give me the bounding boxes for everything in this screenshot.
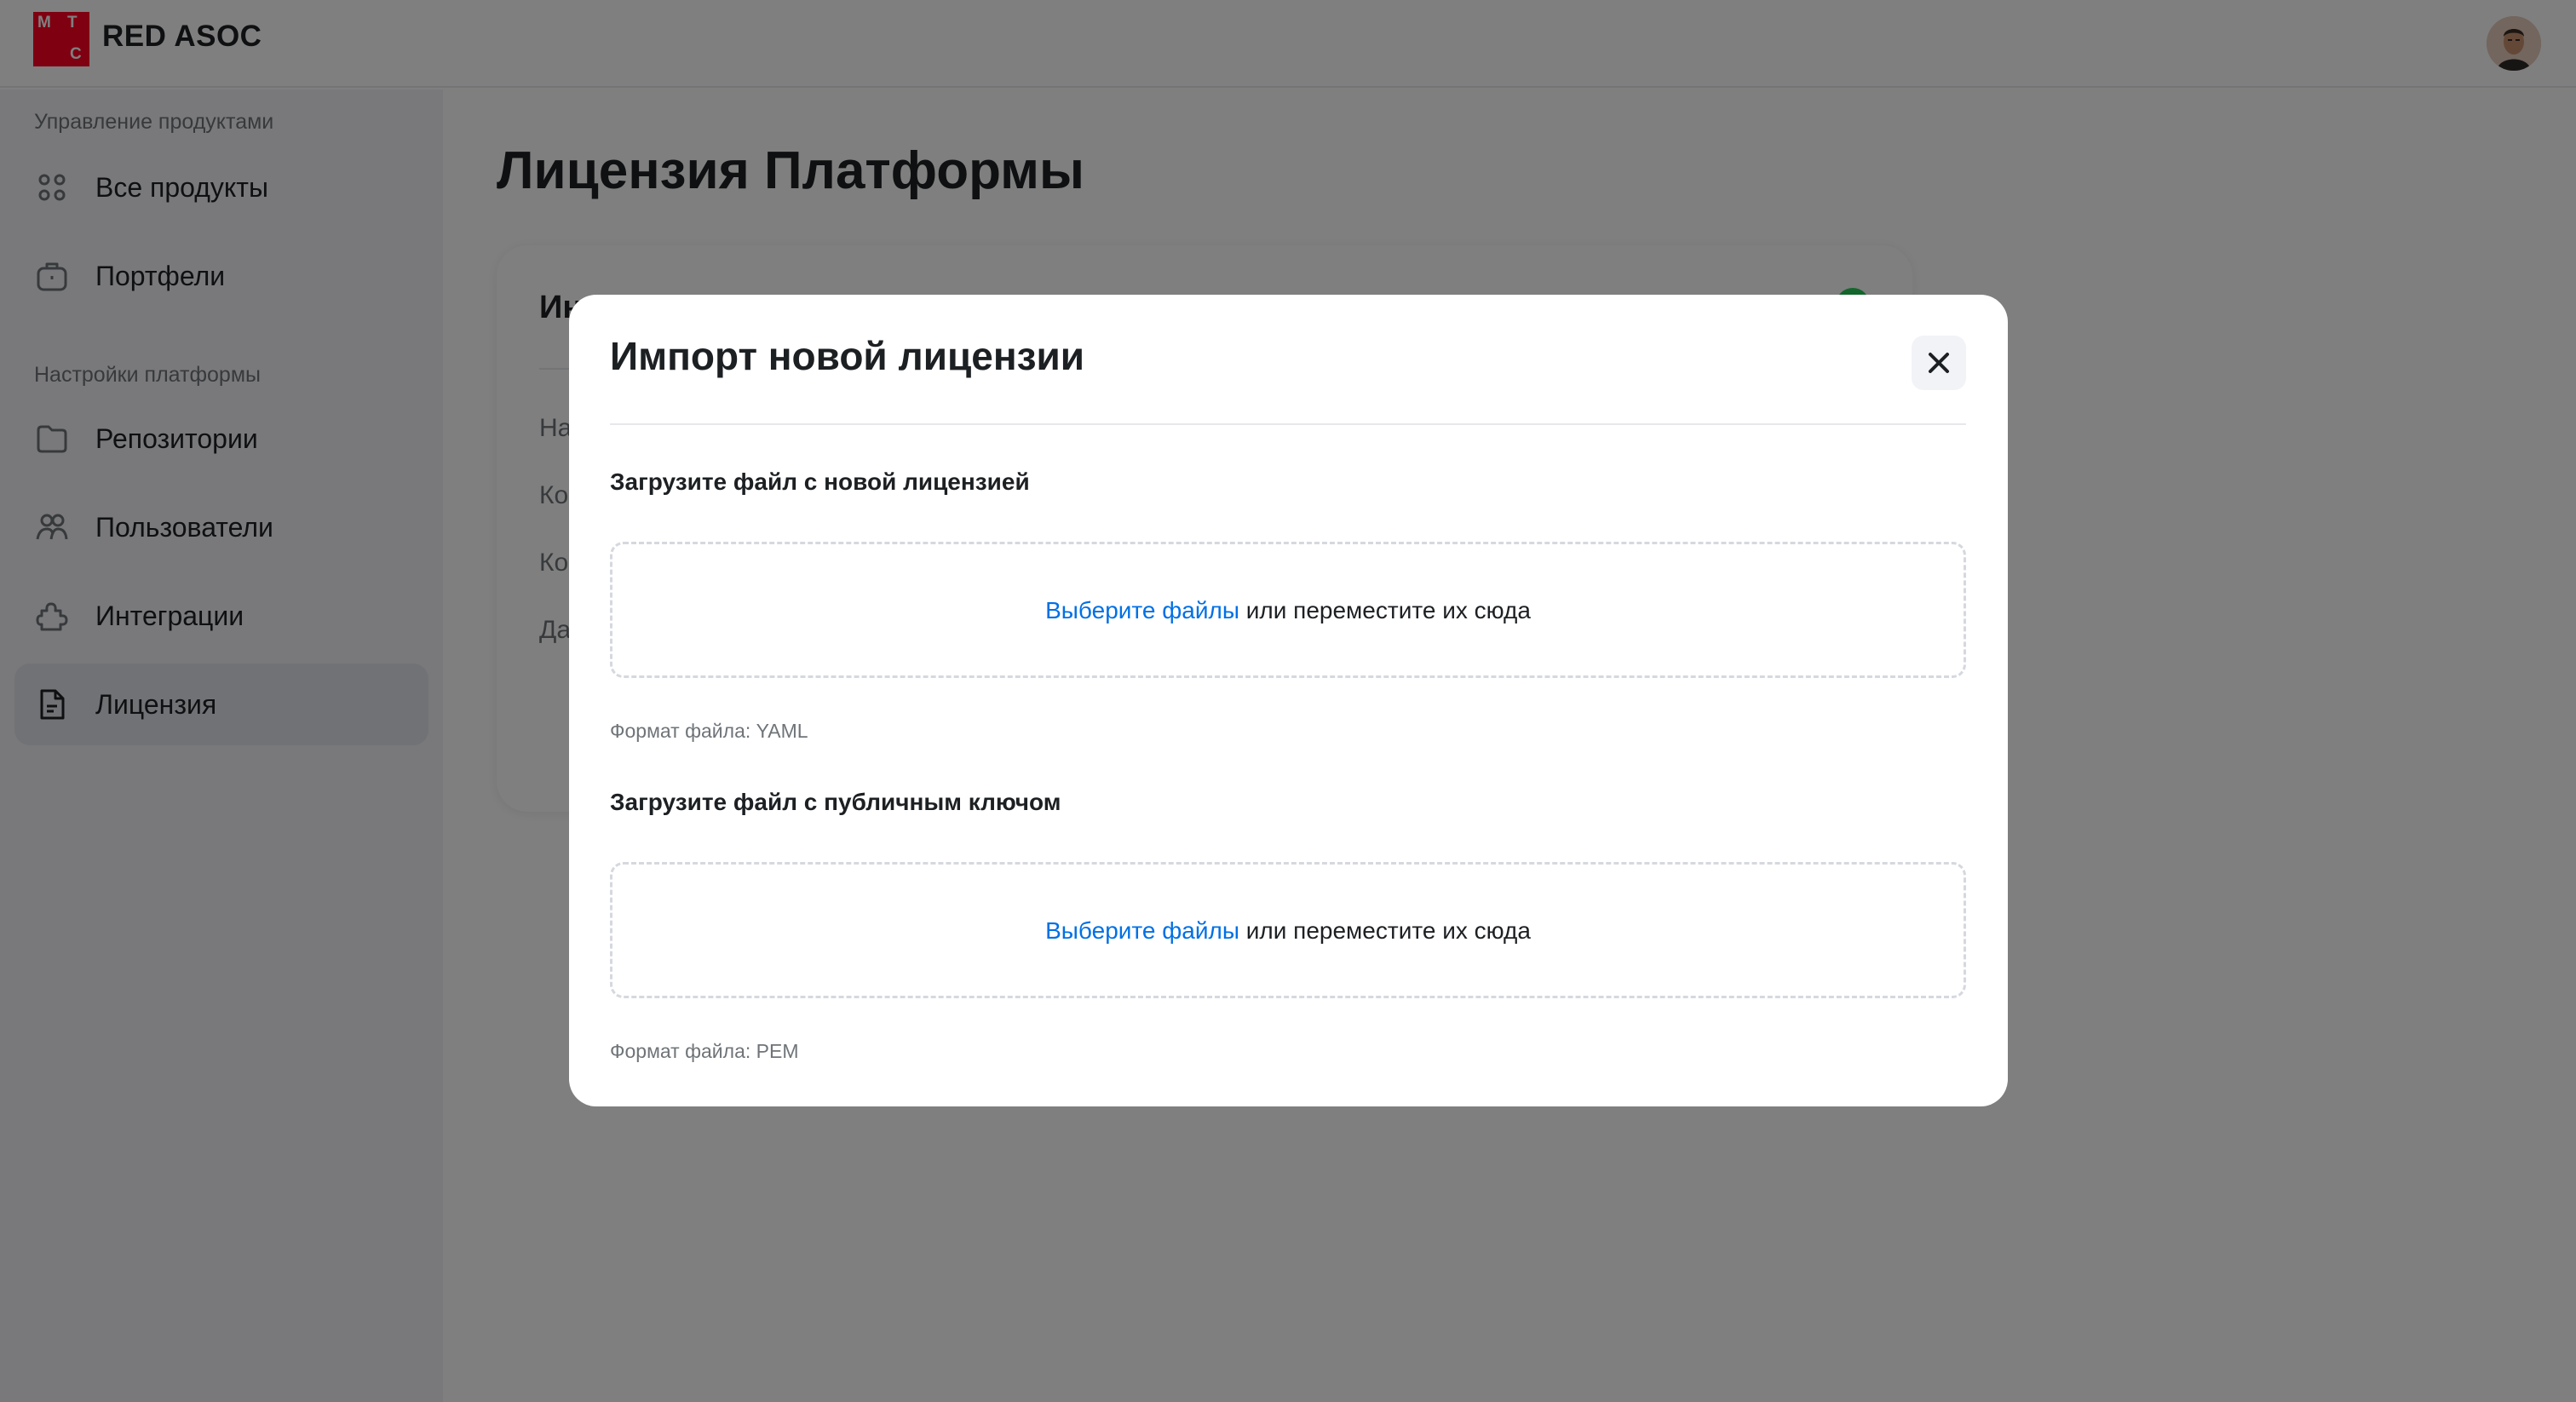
dialog-divider [610,423,1966,425]
dropzone-instruction: или переместите их сюда [1239,597,1531,623]
key-format-hint: Формат файла: PEM [610,1040,799,1062]
license-format-hint: Формат файла: YAML [610,720,808,742]
close-button[interactable] [1912,336,1966,390]
close-icon [1929,353,1949,373]
choose-files-link[interactable]: Выберите файлы [1045,917,1239,944]
license-upload-label: Загрузите файл с новой лицензией [610,468,1030,495]
dropzone-text: Выберите файлы или переместите их сюда [612,596,1964,625]
key-dropzone[interactable]: Выберите файлы или переместите их сюда [610,862,1966,998]
import-license-dialog: Импорт новой лицензии Загрузите файл с н… [569,295,2008,1106]
license-dropzone[interactable]: Выберите файлы или переместите их сюда [610,542,1966,678]
choose-files-link[interactable]: Выберите файлы [1045,597,1239,623]
dropzone-instruction: или переместите их сюда [1239,917,1531,944]
key-upload-label: Загрузите файл с публичным ключом [610,789,1061,815]
dropzone-text: Выберите файлы или переместите их сюда [612,916,1964,945]
dialog-title: Импорт новой лицензии [610,334,1085,378]
